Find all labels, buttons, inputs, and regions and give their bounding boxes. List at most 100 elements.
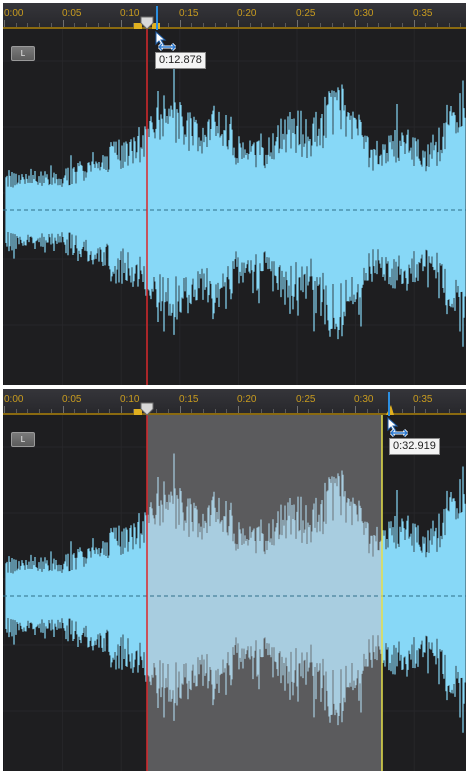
ruler-label: 0:15 bbox=[179, 8, 199, 19]
ruler-tick bbox=[355, 20, 356, 27]
ruler-tick bbox=[402, 23, 403, 27]
ruler-tick bbox=[203, 409, 204, 413]
ruler-tick bbox=[27, 23, 28, 27]
ruler-tick bbox=[203, 23, 204, 27]
ruler-tick bbox=[273, 409, 274, 413]
ruler-tick bbox=[16, 409, 17, 413]
ruler-label: 0:30 bbox=[354, 394, 374, 405]
ruler-tick bbox=[98, 409, 99, 413]
channel-badge[interactable]: L bbox=[11, 46, 35, 61]
ruler-tick bbox=[308, 23, 309, 27]
ruler-tick bbox=[16, 23, 17, 27]
ruler-tick bbox=[121, 406, 122, 413]
ruler-tick bbox=[4, 406, 5, 413]
ruler-tick bbox=[460, 23, 461, 27]
ruler-tick bbox=[86, 23, 87, 27]
ruler-label: 0:25 bbox=[296, 394, 316, 405]
timeline-ruler[interactable]: 0:00 0:05 0:10 0:15 0:20 0:25 0:30 0:35 bbox=[3, 3, 466, 29]
ruler-tick bbox=[109, 409, 110, 413]
selection-start-handle[interactable] bbox=[134, 401, 154, 417]
time-tooltip: 0:32.919 bbox=[389, 438, 440, 455]
waveform-panel-top: 0:00 0:05 0:10 0:15 0:20 0:25 0:30 0:35 … bbox=[3, 3, 466, 385]
ruler-tick bbox=[98, 23, 99, 27]
ruler-tick bbox=[39, 409, 40, 413]
ruler-tick bbox=[308, 409, 309, 413]
ruler-tick bbox=[378, 409, 379, 413]
ruler-tick bbox=[86, 409, 87, 413]
ruler-tick bbox=[343, 409, 344, 413]
waveform-area[interactable] bbox=[3, 29, 466, 385]
ruler-tick bbox=[238, 20, 239, 27]
ruler-label: 0:05 bbox=[62, 8, 82, 19]
ruler-tick bbox=[156, 409, 157, 413]
ruler-label: 0:20 bbox=[237, 8, 257, 19]
resize-cursor-icon bbox=[387, 417, 409, 438]
ruler-tick bbox=[63, 406, 64, 413]
ruler-tick bbox=[378, 23, 379, 27]
selection-end-handle[interactable] bbox=[383, 401, 397, 417]
ruler-tick bbox=[215, 23, 216, 27]
ruler-tick bbox=[226, 409, 227, 413]
ruler-label: 0:00 bbox=[4, 8, 24, 19]
ruler-label: 0:35 bbox=[413, 394, 433, 405]
ruler-tick bbox=[51, 409, 52, 413]
ruler-tick bbox=[180, 406, 181, 413]
ruler-tick bbox=[437, 409, 438, 413]
ruler-tick bbox=[355, 406, 356, 413]
ruler-tick bbox=[168, 23, 169, 27]
ruler-label: 0:05 bbox=[62, 394, 82, 405]
ruler-tick bbox=[437, 23, 438, 27]
ruler-label: 0:00 bbox=[4, 394, 24, 405]
ruler-label: 0:35 bbox=[413, 8, 433, 19]
ruler-tick bbox=[285, 23, 286, 27]
ruler-tick bbox=[425, 409, 426, 413]
waveform-panel-bottom: 0:00 0:05 0:10 0:15 0:20 0:25 0:30 0:35 … bbox=[3, 389, 466, 771]
channel-badge[interactable]: L bbox=[11, 432, 35, 447]
ruler-tick bbox=[285, 409, 286, 413]
ruler-tick bbox=[63, 20, 64, 27]
ruler-tick bbox=[39, 23, 40, 27]
ruler-tick bbox=[250, 23, 251, 27]
ruler-tick bbox=[297, 406, 298, 413]
ruler-tick bbox=[109, 23, 110, 27]
ruler-tick bbox=[168, 409, 169, 413]
ruler-tick bbox=[297, 20, 298, 27]
waveform bbox=[3, 29, 466, 385]
ruler-label: 0:15 bbox=[179, 394, 199, 405]
waveform bbox=[3, 415, 466, 771]
ruler-label: 0:25 bbox=[296, 8, 316, 19]
time-tooltip: 0:12.878 bbox=[155, 52, 206, 69]
ruler-tick bbox=[51, 23, 52, 27]
ruler-tick bbox=[332, 23, 333, 27]
ruler-tick bbox=[180, 20, 181, 27]
ruler-tick bbox=[261, 409, 262, 413]
ruler-tick bbox=[191, 409, 192, 413]
waveform-path bbox=[5, 67, 466, 347]
ruler-tick bbox=[191, 23, 192, 27]
ruler-tick bbox=[332, 409, 333, 413]
ruler-tick bbox=[121, 20, 122, 27]
ruler-tick bbox=[4, 20, 5, 27]
ruler-tick bbox=[449, 409, 450, 413]
ruler-tick bbox=[343, 23, 344, 27]
ruler-tick bbox=[449, 23, 450, 27]
ruler-tick bbox=[402, 409, 403, 413]
ruler-tick bbox=[367, 23, 368, 27]
ruler-tick bbox=[425, 23, 426, 27]
hover-marker bbox=[156, 6, 158, 30]
resize-cursor-icon bbox=[155, 31, 177, 52]
ruler-tick bbox=[390, 23, 391, 27]
ruler-tick bbox=[74, 409, 75, 413]
ruler-tick bbox=[460, 409, 461, 413]
ruler-tick bbox=[238, 406, 239, 413]
ruler-tick bbox=[320, 409, 321, 413]
ruler-tick bbox=[27, 409, 28, 413]
hover-marker bbox=[388, 392, 390, 416]
waveform-area[interactable] bbox=[3, 415, 466, 771]
ruler-tick bbox=[261, 23, 262, 27]
ruler-tick bbox=[320, 23, 321, 27]
ruler-tick bbox=[215, 409, 216, 413]
ruler-tick bbox=[367, 409, 368, 413]
ruler-tick bbox=[414, 20, 415, 27]
ruler-label: 0:20 bbox=[237, 394, 257, 405]
